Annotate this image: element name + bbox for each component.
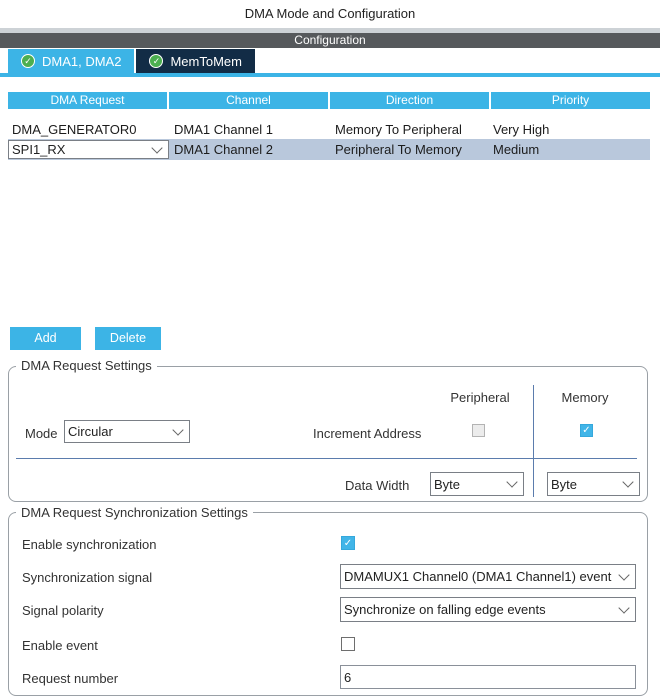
chevron-down-icon	[622, 476, 634, 488]
page-title: DMA Mode and Configuration	[244, 6, 416, 21]
chevron-down-icon	[151, 141, 163, 154]
tab-bar: ✓ DMA1, DMA2 ✓ MemToMem	[8, 49, 255, 73]
column-header-priority[interactable]: Priority	[491, 92, 650, 109]
request-number-input[interactable]	[340, 665, 636, 689]
data-width-memory-select[interactable]: Byte	[547, 472, 640, 496]
chevron-down-icon	[172, 423, 184, 436]
cell-priority[interactable]: Medium	[489, 142, 650, 157]
cell-dma-request[interactable]: DMA_GENERATOR0	[8, 122, 170, 137]
signal-polarity-select[interactable]: Synchronize on falling edge events	[340, 597, 636, 622]
data-width-peripheral-select[interactable]: Byte	[430, 472, 524, 496]
tab-label: DMA1, DMA2	[42, 53, 122, 69]
group-legend: DMA Request Synchronization Settings	[16, 505, 253, 520]
chevron-down-icon	[506, 476, 518, 488]
selected-value: Circular	[68, 424, 113, 439]
cell-channel[interactable]: DMA1 Channel 1	[170, 122, 331, 137]
check-badge-icon: ✓	[149, 54, 164, 68]
check-badge-icon: ✓	[21, 54, 35, 68]
sync-signal-label: Synchronization signal	[22, 570, 153, 585]
tab-dma1-dma2[interactable]: ✓ DMA1, DMA2	[8, 49, 135, 73]
dma-config-panel: DMA Mode and Configuration Configuration…	[0, 0, 660, 698]
chevron-down-icon	[618, 568, 630, 581]
table-row[interactable]: DMA_GENERATOR0 DMA1 Channel 1 Memory To …	[8, 119, 650, 139]
mode-select[interactable]: Circular	[64, 420, 190, 443]
section-header: Configuration	[0, 33, 660, 48]
increment-peripheral-checkbox[interactable]	[472, 424, 485, 437]
column-header-dma-request[interactable]: DMA Request	[8, 92, 167, 109]
enable-sync-checkbox[interactable]: ✓	[341, 536, 355, 550]
peripheral-column-header: Peripheral	[450, 390, 510, 405]
selected-value: Byte	[551, 476, 578, 492]
column-separator	[533, 385, 534, 497]
selected-value: DMAMUX1 Channel0 (DMA1 Channel1) event	[344, 569, 612, 584]
add-button[interactable]: Add	[10, 327, 81, 350]
delete-button[interactable]: Delete	[95, 327, 161, 350]
enable-event-label: Enable event	[22, 638, 98, 653]
data-width-label: Data Width	[345, 478, 410, 493]
enable-sync-label: Enable synchronization	[22, 537, 157, 552]
sync-signal-select[interactable]: DMAMUX1 Channel0 (DMA1 Channel1) event	[340, 564, 636, 589]
mode-label: Mode	[25, 426, 58, 441]
column-header-direction[interactable]: Direction	[330, 92, 489, 109]
cell-channel[interactable]: DMA1 Channel 2	[170, 142, 331, 157]
group-legend: DMA Request Settings	[16, 358, 157, 373]
selected-value: Synchronize on falling edge events	[344, 602, 546, 617]
column-header-channel[interactable]: Channel	[169, 92, 328, 109]
selected-value: SPI1_RX	[12, 142, 66, 157]
cell-direction[interactable]: Peripheral To Memory	[331, 142, 489, 157]
tab-label: MemToMem	[170, 53, 242, 69]
table-header-row: DMA Request Channel Direction Priority	[8, 92, 650, 109]
request-number-label: Request number	[22, 671, 119, 686]
chevron-down-icon	[618, 601, 630, 614]
increment-address-label: Increment Address	[313, 426, 422, 441]
row-separator	[16, 458, 637, 459]
dma-request-select[interactable]: SPI1_RX	[8, 140, 169, 159]
signal-polarity-label: Signal polarity	[22, 603, 104, 618]
cell-direction[interactable]: Memory To Peripheral	[331, 122, 489, 137]
enable-event-checkbox[interactable]	[341, 637, 355, 651]
increment-memory-checkbox[interactable]: ✓	[580, 424, 593, 437]
memory-column-header: Memory	[561, 390, 609, 405]
tab-memtomem[interactable]: ✓ MemToMem	[136, 49, 255, 73]
cell-priority[interactable]: Very High	[489, 122, 650, 137]
selected-value: Byte	[434, 476, 461, 492]
tab-underline	[0, 73, 660, 77]
